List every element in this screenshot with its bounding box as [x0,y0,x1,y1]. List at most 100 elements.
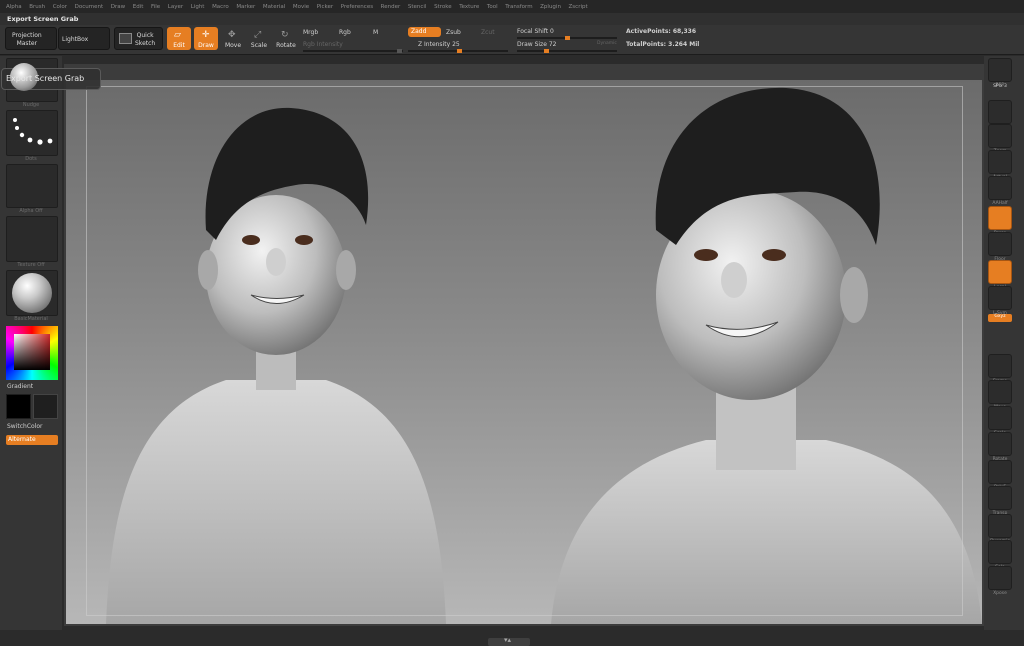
menu-item-stencil[interactable]: Stencil [408,4,427,10]
document-frame [86,86,963,616]
move-button[interactable] [988,380,1012,404]
rgb-intensity-handle[interactable] [397,49,402,53]
quick-sketch-button[interactable]: Quick Sketch [114,27,163,50]
draw-size-handle[interactable] [544,49,549,53]
dynamic-toggle[interactable]: Dynamic [597,41,617,46]
menu-item-zscript[interactable]: Zscript [569,4,588,10]
menu-item-preferences[interactable]: Preferences [341,4,373,10]
mrgb-toggle[interactable]: Mrgb [303,29,318,36]
draw-size-slider[interactable]: Draw Size 72 [517,41,556,48]
persp-button[interactable] [988,206,1012,230]
rotate-icon: ↻ [281,30,289,40]
menu-item-edit[interactable]: Edit [133,4,144,10]
menu-item-picker[interactable]: Picker [317,4,333,10]
scroll-button[interactable] [988,100,1012,124]
bpr-button[interactable] [988,58,1012,82]
draw-button[interactable]: ✛ Draw [194,27,218,50]
gradient-label[interactable]: Gradient [7,383,33,390]
menu-item-file[interactable]: File [151,4,160,10]
z-intensity-label: Z Intensity [418,41,451,48]
menu-item-render[interactable]: Render [381,4,401,10]
focal-shift-track[interactable] [517,36,617,40]
lightbox-button[interactable]: LightBox [58,27,110,50]
menu-item-marker[interactable]: Marker [236,4,255,10]
focal-shift-label: Focal Shift [517,28,549,35]
z-intensity-track[interactable] [408,49,508,53]
menu-item-light[interactable]: Light [191,4,205,10]
dynamic-button[interactable] [988,514,1012,538]
alpha-picker[interactable] [6,164,58,208]
xyz-rotate-toggle[interactable]: Gxyz [988,314,1012,322]
right-shelf: BPRScrollZoomActualAAHalfPerspFloorLocal… [984,56,1024,646]
rotate-button[interactable] [988,432,1012,456]
menu-item-brush[interactable]: Brush [29,4,45,10]
alternate-label: Alternate [8,436,36,443]
color-square[interactable] [14,334,50,370]
xpose-button[interactable] [988,566,1012,590]
active-points-readout: ActivePoints: 68,336 [626,28,697,35]
sketch-icon [119,33,132,44]
z-intensity-slider[interactable]: Z Intensity 25 [418,41,460,48]
stroke-picker[interactable] [6,110,58,156]
spix-slider[interactable]: SPix 3 [984,84,1016,89]
menu-item-zplugin[interactable]: Zplugin [540,4,561,10]
zadd-label: Zadd [411,28,427,35]
polyf-button[interactable] [988,460,1012,484]
menu-item-material[interactable]: Material [263,4,285,10]
rgb-intensity-slider[interactable]: Rgb Intensity [303,41,343,48]
tooltip-text: Export Screen Grab [6,74,85,83]
z-intensity-handle[interactable] [457,49,462,53]
rotate-button[interactable]: ↻ Rotate [274,27,298,50]
menu-item-alpha[interactable]: Alpha [6,4,22,10]
arrows-icon: ▾▴ [504,636,512,644]
switch-color-button[interactable]: SwitchColor [7,423,43,430]
frame-button[interactable] [988,354,1012,378]
menu-item-texture[interactable]: Texture [459,4,479,10]
edit-button[interactable]: ▱ Edit [167,27,191,50]
menu-item-document[interactable]: Document [75,4,104,10]
secondary-color-swatch[interactable] [33,394,58,419]
move-button[interactable]: ✥ Move [222,27,244,50]
local-button[interactable] [988,260,1012,284]
menu-item-tool[interactable]: Tool [487,4,498,10]
bottom-tray-toggle[interactable]: ▾▴ [488,636,530,646]
zsub-toggle[interactable]: Zsub [446,29,461,36]
menu-item-stroke[interactable]: Stroke [434,4,452,10]
menu-item-color[interactable]: Color [53,4,67,10]
z-intensity-value: 25 [452,41,460,48]
aahalf-button[interactable] [988,176,1012,200]
menu-item-transform[interactable]: Transform [505,4,532,10]
main-color-swatch[interactable] [6,394,31,419]
m-toggle[interactable]: M [373,29,378,36]
actual-button[interactable] [988,150,1012,174]
rgb-toggle[interactable]: Rgb [339,29,351,36]
projection-master-button[interactable]: Projection Master [5,27,57,50]
document-viewport[interactable] [66,80,982,624]
color-picker[interactable] [6,326,58,380]
dots-stroke-icon [13,118,53,145]
scale-label: Scale [250,42,268,49]
solo-button[interactable] [988,540,1012,564]
material-picker[interactable] [6,270,58,316]
menu-item-movie[interactable]: Movie [293,4,309,10]
menu-item-layer[interactable]: Layer [168,4,183,10]
focal-shift-handle[interactable] [565,36,570,40]
scale-button[interactable] [988,406,1012,430]
zadd-toggle[interactable]: Zadd [408,27,441,37]
transp-button[interactable] [988,486,1012,510]
rgb-intensity-track[interactable] [303,49,403,53]
zoom-button[interactable] [988,124,1012,148]
texture-picker[interactable] [6,216,58,262]
menu-item-draw[interactable]: Draw [111,4,125,10]
focal-shift-value: 0 [550,28,554,35]
move-icon: ✥ [228,30,236,40]
scale-button[interactable]: ⤢ Scale [248,27,270,50]
floor-button[interactable] [988,232,1012,256]
zcut-toggle[interactable]: Zcut [481,29,495,36]
alternate-button[interactable]: Alternate [6,435,58,445]
lsym-button[interactable] [988,286,1012,310]
texture-label: Texture Off [17,262,45,268]
menu-item-macro[interactable]: Macro [212,4,229,10]
focal-shift-slider[interactable]: Focal Shift 0 [517,28,554,35]
draw-size-track[interactable] [517,49,617,53]
